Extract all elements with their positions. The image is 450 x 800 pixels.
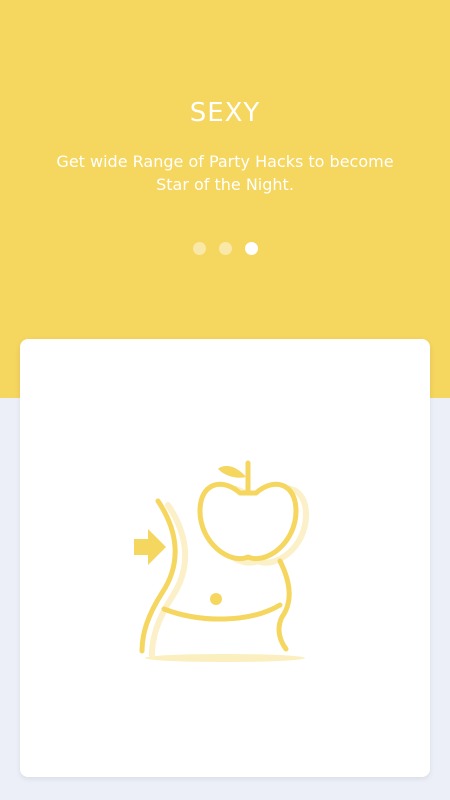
illustration-card	[20, 339, 430, 777]
page-dot-2[interactable]	[218, 242, 232, 255]
page-indicator	[0, 242, 450, 255]
page-dot-1[interactable]	[192, 242, 206, 255]
waist-apple-icon	[134, 460, 309, 662]
page-title: SEXY	[189, 98, 261, 128]
arrow-right-icon	[134, 529, 166, 565]
page-dot-3[interactable]	[244, 242, 258, 255]
page-description: Get wide Range of Party Hacks to become …	[56, 152, 394, 194]
